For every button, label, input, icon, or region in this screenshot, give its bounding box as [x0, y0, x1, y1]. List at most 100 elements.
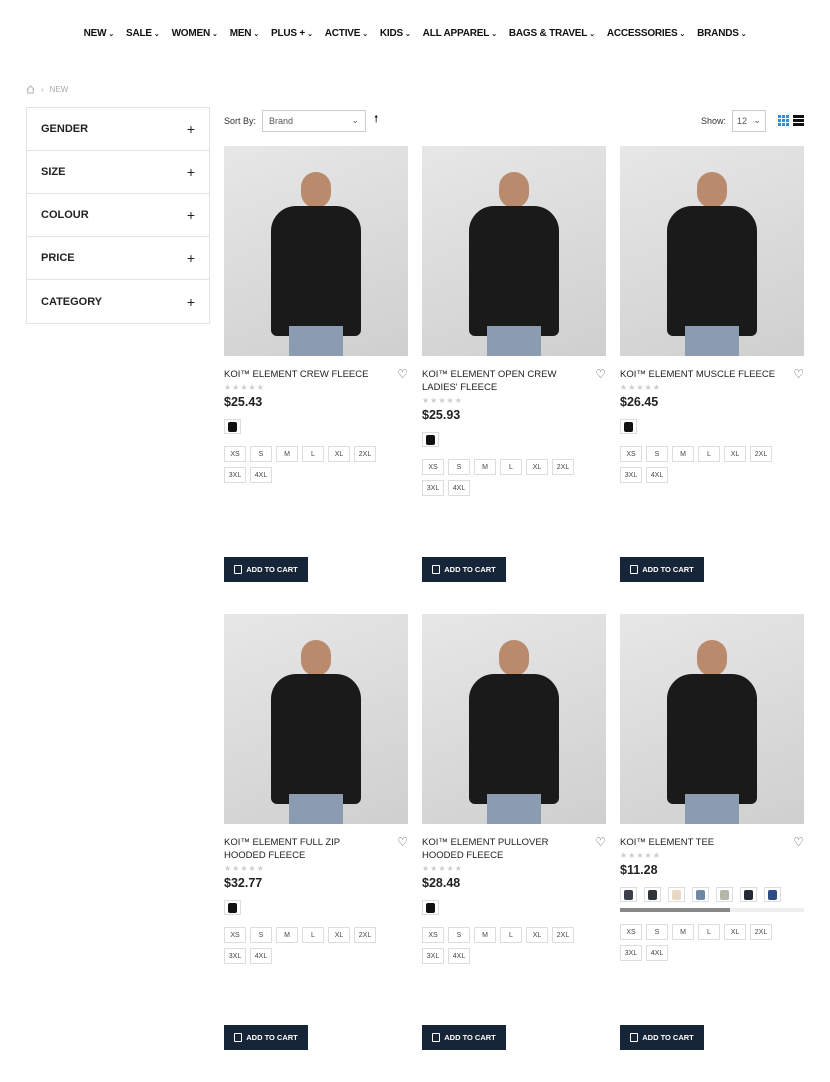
- size-option[interactable]: 2XL: [354, 927, 376, 943]
- size-option[interactable]: 2XL: [354, 446, 376, 462]
- product-image[interactable]: [422, 146, 606, 356]
- nav-item[interactable]: PLUS + ⌄: [265, 28, 319, 39]
- wishlist-heart-icon[interactable]: ♡: [397, 368, 408, 380]
- wishlist-heart-icon[interactable]: ♡: [595, 368, 606, 380]
- size-option[interactable]: 4XL: [646, 467, 668, 483]
- size-option[interactable]: 3XL: [620, 945, 642, 961]
- nav-item[interactable]: NEW ⌄: [78, 28, 120, 39]
- size-option[interactable]: XS: [620, 924, 642, 940]
- color-swatch[interactable]: [422, 900, 439, 915]
- size-option[interactable]: L: [302, 446, 324, 462]
- product-title[interactable]: KOI™ ELEMENT CREW FLEECE: [224, 368, 384, 381]
- nav-item[interactable]: WOMEN ⌄: [166, 28, 224, 39]
- add-to-cart-button[interactable]: ADD TO CART: [422, 1025, 506, 1050]
- size-option[interactable]: XL: [724, 924, 746, 940]
- size-option[interactable]: XS: [422, 927, 444, 943]
- size-option[interactable]: XL: [526, 927, 548, 943]
- nav-item[interactable]: SALE ⌄: [120, 28, 166, 39]
- size-option[interactable]: L: [698, 924, 720, 940]
- size-option[interactable]: 4XL: [250, 948, 272, 964]
- size-option[interactable]: 3XL: [224, 467, 246, 483]
- color-swatch[interactable]: [224, 419, 241, 434]
- color-swatch[interactable]: [224, 900, 241, 915]
- wishlist-heart-icon[interactable]: ♡: [793, 368, 804, 380]
- size-option[interactable]: 4XL: [448, 948, 470, 964]
- size-option[interactable]: 2XL: [552, 459, 574, 475]
- wishlist-heart-icon[interactable]: ♡: [793, 836, 804, 848]
- product-image[interactable]: [620, 614, 804, 824]
- product-title[interactable]: KOI™ ELEMENT OPEN CREW LADIES' FLEECE: [422, 368, 582, 394]
- size-option[interactable]: 3XL: [422, 948, 444, 964]
- wishlist-heart-icon[interactable]: ♡: [397, 836, 408, 848]
- filter-price[interactable]: PRICE +: [27, 237, 209, 280]
- product-title[interactable]: KOI™ ELEMENT PULLOVER HOODED FLEECE: [422, 836, 582, 862]
- add-to-cart-button[interactable]: ADD TO CART: [620, 1025, 704, 1050]
- size-option[interactable]: 4XL: [646, 945, 668, 961]
- home-icon[interactable]: [26, 85, 35, 94]
- color-swatch[interactable]: [668, 887, 685, 902]
- color-swatch[interactable]: [764, 887, 781, 902]
- size-option[interactable]: M: [276, 446, 298, 462]
- color-swatch[interactable]: [740, 887, 757, 902]
- product-image[interactable]: [422, 614, 606, 824]
- nav-item[interactable]: MEN ⌄: [224, 28, 265, 39]
- add-to-cart-button[interactable]: ADD TO CART: [620, 557, 704, 582]
- size-option[interactable]: XS: [422, 459, 444, 475]
- size-option[interactable]: 3XL: [224, 948, 246, 964]
- size-option[interactable]: 2XL: [552, 927, 574, 943]
- size-option[interactable]: L: [500, 927, 522, 943]
- size-option[interactable]: 3XL: [422, 480, 444, 496]
- size-option[interactable]: M: [474, 927, 496, 943]
- size-option[interactable]: 4XL: [250, 467, 272, 483]
- size-option[interactable]: M: [276, 927, 298, 943]
- grid-view-icon[interactable]: [778, 115, 789, 126]
- size-option[interactable]: S: [646, 924, 668, 940]
- add-to-cart-button[interactable]: ADD TO CART: [224, 557, 308, 582]
- color-swatch[interactable]: [620, 419, 637, 434]
- filter-colour[interactable]: COLOUR +: [27, 194, 209, 237]
- filter-gender[interactable]: GENDER +: [27, 108, 209, 151]
- size-option[interactable]: XL: [328, 927, 350, 943]
- size-option[interactable]: XL: [526, 459, 548, 475]
- list-view-icon[interactable]: [793, 115, 804, 126]
- show-select[interactable]: 12 ⌄: [732, 109, 766, 132]
- size-option[interactable]: XS: [224, 927, 246, 943]
- size-option[interactable]: XS: [224, 446, 246, 462]
- size-option[interactable]: L: [500, 459, 522, 475]
- filter-category[interactable]: CATEGORY +: [27, 280, 209, 323]
- size-option[interactable]: 3XL: [620, 467, 642, 483]
- product-title[interactable]: KOI™ ELEMENT FULL ZIP HOODED FLEECE: [224, 836, 384, 862]
- size-option[interactable]: S: [448, 459, 470, 475]
- size-option[interactable]: M: [672, 924, 694, 940]
- product-image[interactable]: [224, 614, 408, 824]
- size-option[interactable]: S: [646, 446, 668, 462]
- nav-item[interactable]: BAGS & TRAVEL ⌄: [503, 28, 601, 39]
- size-option[interactable]: S: [250, 927, 272, 943]
- filter-size[interactable]: SIZE +: [27, 151, 209, 194]
- sort-direction-icon[interactable]: 🠕: [374, 112, 378, 129]
- sort-select[interactable]: Brand ⌄: [262, 109, 367, 132]
- size-option[interactable]: S: [250, 446, 272, 462]
- wishlist-heart-icon[interactable]: ♡: [595, 836, 606, 848]
- swatch-scrollbar[interactable]: [620, 908, 804, 912]
- size-option[interactable]: 4XL: [448, 480, 470, 496]
- add-to-cart-button[interactable]: ADD TO CART: [224, 1025, 308, 1050]
- nav-item[interactable]: BRANDS ⌄: [691, 28, 752, 39]
- size-option[interactable]: L: [302, 927, 324, 943]
- product-image[interactable]: [224, 146, 408, 356]
- product-title[interactable]: KOI™ ELEMENT TEE: [620, 836, 780, 849]
- product-image[interactable]: [620, 146, 804, 356]
- nav-item[interactable]: ACCESSORIES ⌄: [601, 28, 691, 39]
- size-option[interactable]: M: [672, 446, 694, 462]
- nav-item[interactable]: KIDS ⌄: [374, 28, 417, 39]
- color-swatch[interactable]: [692, 887, 709, 902]
- add-to-cart-button[interactable]: ADD TO CART: [422, 557, 506, 582]
- color-swatch[interactable]: [422, 432, 439, 447]
- size-option[interactable]: L: [698, 446, 720, 462]
- product-title[interactable]: KOI™ ELEMENT MUSCLE FLEECE: [620, 368, 780, 381]
- size-option[interactable]: 2XL: [750, 446, 772, 462]
- color-swatch[interactable]: [620, 887, 637, 902]
- size-option[interactable]: M: [474, 459, 496, 475]
- size-option[interactable]: XL: [724, 446, 746, 462]
- color-swatch[interactable]: [716, 887, 733, 902]
